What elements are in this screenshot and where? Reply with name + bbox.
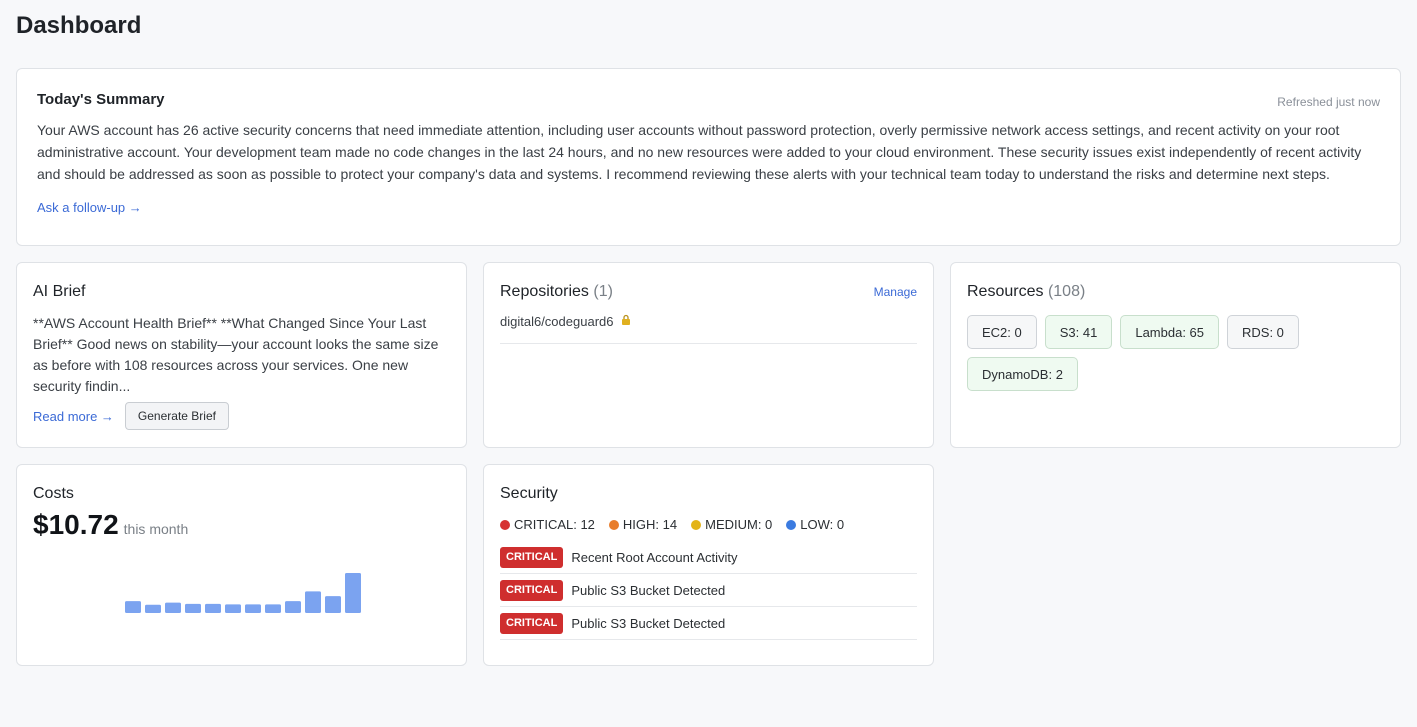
cost-bar <box>165 602 181 613</box>
repositories-title-text: Repositories <box>500 283 589 300</box>
security-title: Security <box>500 485 558 502</box>
cost-bar <box>185 603 201 613</box>
cost-bar <box>225 604 241 613</box>
resources-card: Resources (108) EC2: 0 S3: 41 Lambda: 65… <box>950 262 1401 448</box>
ai-brief-text: **AWS Account Health Brief** **What Chan… <box>33 315 439 394</box>
manage-repositories-link[interactable]: Manage <box>874 285 917 299</box>
cost-bar <box>305 591 321 613</box>
cost-period: this month <box>123 521 189 537</box>
severity-badge: CRITICAL <box>500 546 564 568</box>
severity-critical-label: CRITICAL: 12 <box>514 517 595 532</box>
repositories-title: Repositories (1) <box>500 283 917 301</box>
resource-chip-lambda[interactable]: Lambda: 65 <box>1120 315 1220 349</box>
repository-row[interactable]: digital6/codeguard6 <box>500 310 917 344</box>
costs-title: Costs <box>33 485 74 502</box>
severity-high: HIGH: 14 <box>608 517 678 532</box>
cost-bar <box>245 604 261 613</box>
severity-low: LOW: 0 <box>786 517 844 532</box>
cost-bar <box>145 604 161 613</box>
security-alert-row[interactable]: CRITICAL Public S3 Bucket Detected <box>500 607 917 640</box>
severity-summary: CRITICAL: 12 HIGH: 14 MEDIUM: 0 LOW: 0 <box>500 517 917 532</box>
generate-brief-button[interactable]: Generate Brief <box>124 402 229 430</box>
summary-card: Today's Summary Refreshed just now Your … <box>16 68 1401 246</box>
resources-title-text: Resources <box>967 283 1044 300</box>
cost-bar <box>285 601 301 613</box>
resource-chips: EC2: 0 S3: 41 Lambda: 65 RDS: 0 DynamoDB… <box>967 315 1387 391</box>
security-card: Security CRITICAL: 12 HIGH: 14 MEDIUM: 0… <box>483 464 934 666</box>
cost-bar <box>345 573 361 613</box>
security-alert-row[interactable]: CRITICAL Public S3 Bucket Detected <box>500 574 917 607</box>
severity-critical: CRITICAL: 12 <box>500 517 595 532</box>
resource-chip-dynamodb[interactable]: DynamoDB: 2 <box>967 357 1078 391</box>
cost-bar <box>125 601 141 613</box>
cost-bar <box>265 604 281 613</box>
low-dot-icon <box>786 519 797 530</box>
resource-chip-ec2[interactable]: EC2: 0 <box>967 315 1037 349</box>
medium-dot-icon <box>691 519 702 530</box>
alert-title: Public S3 Bucket Detected <box>571 582 726 598</box>
resources-count: (108) <box>1047 283 1086 300</box>
cost-bar-chart <box>125 573 361 613</box>
ask-follow-up-link[interactable]: Ask a follow-up → <box>37 200 142 215</box>
severity-high-label: HIGH: 14 <box>622 517 678 532</box>
cost-line: $10.72 this month <box>33 509 450 541</box>
cost-bar <box>325 596 341 613</box>
ai-brief-title: AI Brief <box>33 283 86 300</box>
resource-chip-s3[interactable]: S3: 41 <box>1044 315 1113 349</box>
repositories-count: (1) <box>593 283 613 300</box>
alert-title: Public S3 Bucket Detected <box>571 615 726 631</box>
page-title: Dashboard <box>16 12 142 39</box>
critical-dot-icon <box>500 519 510 530</box>
resource-chip-rds[interactable]: RDS: 0 <box>1227 315 1299 349</box>
severity-medium: MEDIUM: 0 <box>691 517 772 532</box>
security-alert-list: CRITICAL Recent Root Account Activity CR… <box>500 541 917 640</box>
alert-title: Recent Root Account Activity <box>571 549 738 565</box>
security-alert-row[interactable]: CRITICAL Recent Root Account Activity <box>500 541 917 574</box>
cost-bar <box>205 603 221 613</box>
cost-value: $10.72 <box>33 509 119 540</box>
high-dot-icon <box>608 519 619 530</box>
read-more-link[interactable]: Read more → <box>33 409 114 424</box>
repositories-card: Repositories (1) Manage digital6/codegua… <box>483 262 934 448</box>
severity-badge: CRITICAL <box>500 579 564 601</box>
refresh-status: Refreshed just now <box>1277 95 1380 109</box>
resources-title: Resources (108) <box>967 283 1384 301</box>
ai-brief-actions: Read more → Generate Brief <box>33 402 450 430</box>
summary-text: Your AWS account has 26 active security … <box>37 122 1362 182</box>
severity-low-label: LOW: 0 <box>800 517 845 532</box>
lock-icon <box>621 314 631 328</box>
severity-medium-label: MEDIUM: 0 <box>705 517 773 532</box>
costs-card: Costs $10.72 this month <box>16 464 467 666</box>
ai-brief-card: AI Brief **AWS Account Health Brief** **… <box>16 262 467 448</box>
repository-name[interactable]: digital6/codeguard6 <box>500 314 613 329</box>
severity-badge: CRITICAL <box>500 612 564 634</box>
summary-title: Today's Summary <box>37 91 165 108</box>
